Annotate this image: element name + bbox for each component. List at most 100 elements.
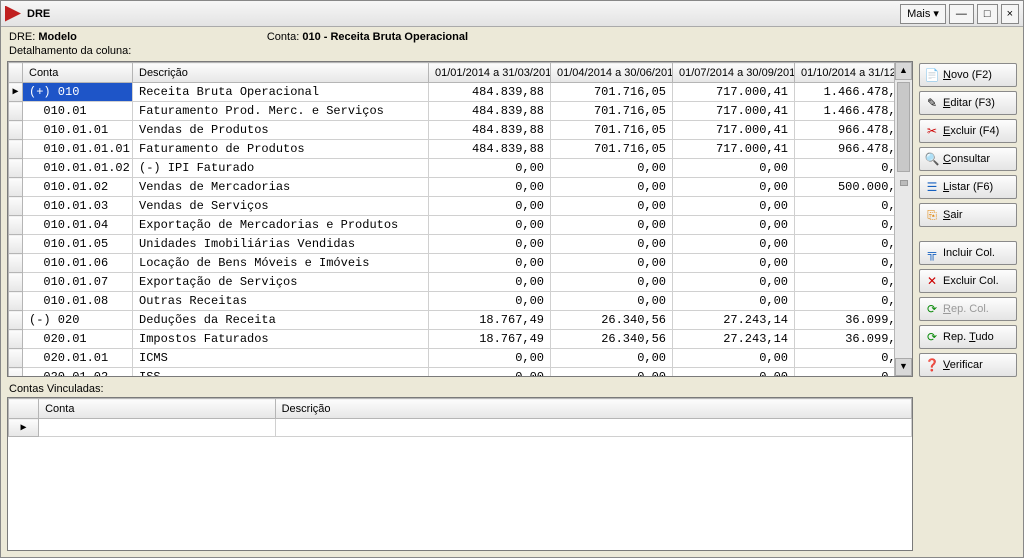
delete-button[interactable]: ✂Excluir (F4) xyxy=(919,119,1017,143)
cell-value: 0,00 xyxy=(551,273,673,292)
exclude-col-button[interactable]: ✕Excluir Col. xyxy=(919,269,1017,293)
cell-value: 0,00 xyxy=(429,159,551,178)
table-row[interactable]: 010.01.07Exportação de Serviços0,000,000… xyxy=(9,273,895,292)
linked-grid[interactable]: Conta Descrição ▶ xyxy=(7,397,913,551)
row-indicator-icon xyxy=(9,197,23,216)
rep-col-icon: ⟳ xyxy=(925,302,939,316)
search-icon: 🔍 xyxy=(925,152,939,166)
cell-conta: 010.01.04 xyxy=(23,216,133,235)
cell-conta: 020.01.01 xyxy=(23,349,133,368)
header-row: Conta Descrição 01/01/2014 a 31/03/2014 … xyxy=(9,63,895,83)
detalhe-label: Detalhamento da coluna: xyxy=(1,43,1023,61)
main-grid[interactable]: Conta Descrição 01/01/2014 a 31/03/2014 … xyxy=(7,61,913,377)
maximize-button[interactable]: □ xyxy=(977,4,998,24)
table-row[interactable]: 010.01.05Unidades Imobiliárias Vendidas0… xyxy=(9,235,895,254)
table-row[interactable]: ▶ xyxy=(9,419,912,437)
new-button[interactable]: 📄Novo (F2) xyxy=(919,63,1017,87)
table-row[interactable]: 010.01Faturamento Prod. Merc. e Serviços… xyxy=(9,102,895,121)
row-indicator-icon xyxy=(9,254,23,273)
cell-value: 966.478,42 xyxy=(795,140,895,159)
cell-value: 966.478,42 xyxy=(795,121,895,140)
include-col-button[interactable]: ╦Incluir Col. xyxy=(919,241,1017,265)
cell-value: 0,00 xyxy=(673,273,795,292)
edit-icon: ✎ xyxy=(925,96,939,110)
list-icon: ☰ xyxy=(925,180,939,194)
close-button[interactable]: × xyxy=(1001,4,1019,24)
action-sidebar: 📄Novo (F2) ✎Editar (F3) ✂Excluir (F4) 🔍C… xyxy=(919,61,1017,551)
col-descricao[interactable]: Descrição xyxy=(133,63,429,83)
cell-conta: 010.01.07 xyxy=(23,273,133,292)
row-indicator-icon xyxy=(9,216,23,235)
cell-value: 0,00 xyxy=(429,292,551,311)
consult-button[interactable]: 🔍Consultar xyxy=(919,147,1017,171)
cell-value: 0,00 xyxy=(429,178,551,197)
table-row[interactable]: 010.01.06Locação de Bens Móveis e Imóvei… xyxy=(9,254,895,273)
cell-value: 0,00 xyxy=(673,254,795,273)
col-p3[interactable]: 01/07/2014 a 30/09/2014 xyxy=(673,63,795,83)
cell-descricao: Unidades Imobiliárias Vendidas xyxy=(133,235,429,254)
cell-value: 0,00 xyxy=(795,368,895,377)
cell-descricao: ISS xyxy=(133,368,429,377)
cell-value: 1.466.478,42 xyxy=(795,83,895,102)
linked-col-conta[interactable]: Conta xyxy=(39,399,276,419)
cell-value: 0,00 xyxy=(673,159,795,178)
include-col-icon: ╦ xyxy=(925,246,939,260)
cell-value: 0,00 xyxy=(673,349,795,368)
table-row[interactable]: 010.01.04Exportação de Mercadorias e Pro… xyxy=(9,216,895,235)
scroll-up-icon[interactable]: ▲ xyxy=(895,62,912,80)
table-row[interactable]: 020.01Impostos Faturados18.767,4926.340,… xyxy=(9,330,895,349)
table-row[interactable]: (-) 020Deduções da Receita18.767,4926.34… xyxy=(9,311,895,330)
delete-icon: ✂ xyxy=(925,124,939,138)
edit-button[interactable]: ✎Editar (F3) xyxy=(919,91,1017,115)
col-p2[interactable]: 01/04/2014 a 30/06/2014 xyxy=(551,63,673,83)
rep-all-icon: ⟳ xyxy=(925,330,939,344)
table-row[interactable]: 010.01.01Vendas de Produtos484.839,88701… xyxy=(9,121,895,140)
table-row[interactable]: 010.01.02Vendas de Mercadorias0,000,000,… xyxy=(9,178,895,197)
window-title: DRE xyxy=(27,8,50,20)
table-row[interactable]: ▶(+) 010Receita Bruta Operacional484.839… xyxy=(9,83,895,102)
new-icon: 📄 xyxy=(925,68,939,82)
row-indicator-icon xyxy=(9,102,23,121)
verify-button[interactable]: ❓Verificar xyxy=(919,353,1017,377)
cell-descricao: Vendas de Produtos xyxy=(133,121,429,140)
minimize-button[interactable]: — xyxy=(949,4,974,24)
cell-conta: 010.01.01.02 xyxy=(23,159,133,178)
col-p1[interactable]: 01/01/2014 a 31/03/2014 xyxy=(429,63,551,83)
cell-value: 18.767,49 xyxy=(429,330,551,349)
cell-conta: 010.01.02 xyxy=(23,178,133,197)
table-row[interactable]: 010.01.08Outras Receitas0,000,000,000,00 xyxy=(9,292,895,311)
cell-value: 0,00 xyxy=(795,216,895,235)
scroll-thumb[interactable] xyxy=(897,82,910,172)
cell-descricao: Deduções da Receita xyxy=(133,311,429,330)
table-row[interactable]: 010.01.01.01Faturamento de Produtos484.8… xyxy=(9,140,895,159)
cell-value: 717.000,41 xyxy=(673,121,795,140)
row-indicator-icon xyxy=(9,292,23,311)
linked-col-descricao[interactable]: Descrição xyxy=(275,399,911,419)
list-button[interactable]: ☰Listar (F6) xyxy=(919,175,1017,199)
rep-all-button[interactable]: ⟳Rep. Tudo xyxy=(919,325,1017,349)
app-window: DRE Mais ▾ — □ × DRE: Modelo Conta: 010 … xyxy=(0,0,1024,558)
cell-descricao: Outras Receitas xyxy=(133,292,429,311)
table-row[interactable]: 020.01.02ISS0,000,000,000,00 xyxy=(9,368,895,377)
cell-value: 0,00 xyxy=(429,254,551,273)
col-conta[interactable]: Conta xyxy=(23,63,133,83)
cell-conta: 010.01.01.01 xyxy=(23,140,133,159)
col-p4[interactable]: 01/10/2014 a 31/12/2014 xyxy=(795,63,895,83)
cell-value: 0,00 xyxy=(551,254,673,273)
cell-conta: 010.01.08 xyxy=(23,292,133,311)
row-indicator-icon xyxy=(9,121,23,140)
vertical-scrollbar[interactable]: ▲ ▼ xyxy=(894,62,912,376)
header-row: DRE: Modelo Conta: 010 - Receita Bruta O… xyxy=(1,27,1023,43)
cell-value: 0,00 xyxy=(795,273,895,292)
more-button[interactable]: Mais ▾ xyxy=(900,4,946,24)
table-row[interactable]: 010.01.01.02(-) IPI Faturado0,000,000,00… xyxy=(9,159,895,178)
cell-value: 0,00 xyxy=(551,349,673,368)
cell-conta: 010.01.01 xyxy=(23,121,133,140)
table-row[interactable]: 010.01.03Vendas de Serviços0,000,000,000… xyxy=(9,197,895,216)
scroll-notch[interactable] xyxy=(900,180,908,186)
rep-col-button[interactable]: ⟳Rep. Col. xyxy=(919,297,1017,321)
table-row[interactable]: 020.01.01ICMS0,000,000,000,00 xyxy=(9,349,895,368)
exit-button[interactable]: ⎘Sair xyxy=(919,203,1017,227)
scroll-down-icon[interactable]: ▼ xyxy=(895,358,912,376)
row-indicator-icon: ▶ xyxy=(9,419,39,437)
